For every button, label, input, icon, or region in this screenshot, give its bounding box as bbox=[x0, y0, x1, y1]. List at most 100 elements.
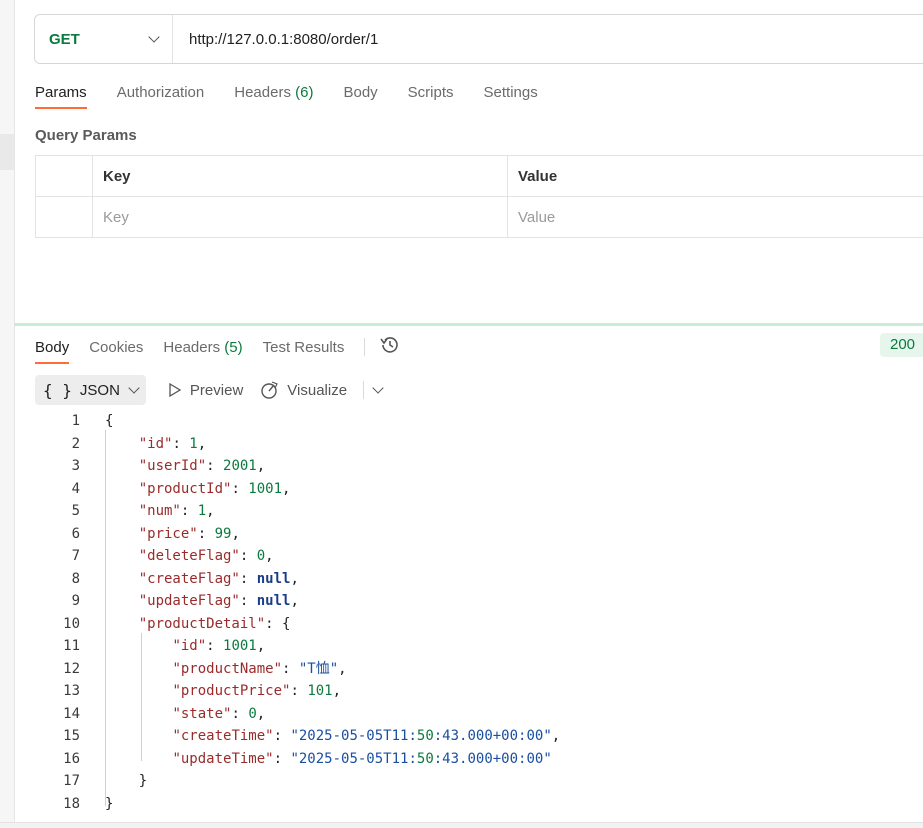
code-line: 18} bbox=[0, 793, 923, 816]
key-column-header: Key bbox=[92, 155, 508, 197]
line-number: 13 bbox=[63, 683, 80, 699]
tab-params[interactable]: Params bbox=[35, 84, 87, 109]
code-text: } bbox=[105, 795, 114, 812]
query-params-table: Key Value Key Value bbox=[35, 155, 923, 238]
tab-label: Scripts bbox=[407, 84, 454, 101]
code-text: "productId": 1001, bbox=[138, 480, 291, 497]
code-line: 13 "productPrice": 101, bbox=[0, 680, 923, 703]
visualize-label: Visualize bbox=[287, 381, 348, 399]
checkbox-column-header bbox=[35, 155, 93, 197]
request-tabs: Params Authorization Headers (6) Body Sc… bbox=[35, 84, 568, 109]
code-text: } bbox=[105, 773, 148, 789]
divider bbox=[363, 381, 365, 399]
table-row: Key Value bbox=[35, 196, 923, 238]
code-line: 7 "deleteFlag": 0, bbox=[0, 545, 923, 568]
code-text: "deleteFlag": 0, bbox=[138, 548, 274, 564]
url-bar: GET http://127.0.0.1:8080/order/1 bbox=[34, 14, 923, 64]
code-text: "updateFlag": null, bbox=[138, 593, 299, 609]
line-number: 6 bbox=[71, 525, 80, 542]
tab-response-headers[interactable]: Headers (5) bbox=[163, 339, 242, 364]
sidebar-marker bbox=[0, 134, 14, 170]
preview-label: Preview bbox=[189, 381, 244, 399]
chevron-down-icon[interactable] bbox=[372, 382, 384, 394]
format-select[interactable]: { } JSON bbox=[35, 375, 146, 405]
code-line: 11 "id": 1001, bbox=[0, 635, 923, 658]
line-number: 14 bbox=[63, 705, 80, 722]
tab-test-results[interactable]: Test Results bbox=[263, 339, 345, 364]
line-number: 8 bbox=[71, 570, 80, 587]
line-number: 10 bbox=[63, 615, 80, 632]
line-number: 16 bbox=[63, 750, 80, 767]
chevron-down-icon bbox=[128, 382, 140, 394]
tab-scripts[interactable]: Scripts bbox=[408, 84, 454, 109]
format-label: JSON bbox=[79, 381, 120, 399]
line-number: 3 bbox=[71, 458, 80, 474]
visualize-icon bbox=[261, 381, 279, 399]
history-icon[interactable] bbox=[379, 335, 401, 359]
code-line: 4 "productId": 1001, bbox=[0, 478, 923, 501]
response-tabs: Body Cookies Headers (5) Test Results bbox=[35, 335, 401, 367]
table-header-row: Key Value bbox=[35, 155, 923, 197]
code-line: 15 "createTime": "2025-05-05T11:50:43.00… bbox=[0, 725, 923, 748]
code-text: "updateTime": "2025-05-05T11:50:43.000+0… bbox=[172, 750, 552, 767]
method-select[interactable]: GET bbox=[35, 15, 173, 63]
code-line: 12 "productName": "T恤", bbox=[0, 658, 923, 681]
tab-count: (5) bbox=[224, 338, 243, 356]
line-number: 12 bbox=[63, 660, 80, 677]
chevron-down-icon bbox=[148, 31, 160, 43]
line-number: 18 bbox=[63, 795, 80, 812]
code-text: "price": 99, bbox=[138, 525, 240, 542]
code-line: 2 "id": 1, bbox=[0, 433, 923, 456]
code-line: 16 "updateTime": "2025-05-05T11:50:43.00… bbox=[0, 748, 923, 771]
line-number: 1 bbox=[71, 413, 80, 429]
tab-label: Headers bbox=[234, 84, 291, 101]
code-text: "productName": "T恤", bbox=[172, 660, 347, 677]
code-line: 17 } bbox=[0, 770, 923, 793]
line-number: 7 bbox=[71, 548, 80, 564]
code-line: 5 "num": 1, bbox=[0, 500, 923, 523]
tab-body[interactable]: Body bbox=[343, 84, 377, 109]
tab-settings[interactable]: Settings bbox=[484, 84, 538, 109]
code-text: "num": 1, bbox=[138, 503, 215, 519]
divider bbox=[364, 338, 366, 356]
tab-label: Body bbox=[343, 84, 378, 101]
code-line: 8 "createFlag": null, bbox=[0, 568, 923, 591]
tab-label: Body bbox=[35, 338, 70, 356]
preview-button[interactable]: Preview bbox=[168, 382, 243, 399]
line-number: 11 bbox=[63, 638, 80, 654]
code-text: "state": 0, bbox=[172, 705, 266, 722]
tab-label: Test Results bbox=[262, 338, 345, 356]
tab-label: Cookies bbox=[89, 338, 144, 356]
braces-icon: { } bbox=[43, 380, 72, 400]
visualize-button[interactable]: Visualize bbox=[259, 380, 347, 400]
status-bar bbox=[0, 822, 923, 828]
line-number: 2 bbox=[71, 435, 80, 452]
code-text: "productDetail": { bbox=[138, 615, 291, 632]
tab-count: (6) bbox=[295, 84, 314, 101]
response-code-viewer[interactable]: 1{2 "id": 1, 3 "userId": 2001, 4 "productI… bbox=[0, 410, 923, 820]
response-toolbar: { } JSON Preview Visualize bbox=[35, 375, 384, 405]
response-divider[interactable] bbox=[14, 323, 923, 326]
key-input[interactable]: Key bbox=[92, 196, 508, 238]
code-line: 9 "updateFlag": null, bbox=[0, 590, 923, 613]
line-number: 4 bbox=[71, 480, 80, 497]
code-text: "createTime": "2025-05-05T11:50:43.000+0… bbox=[172, 728, 561, 744]
method-label: GET bbox=[49, 30, 80, 48]
code-line: 10 "productDetail": { bbox=[0, 613, 923, 636]
play-icon bbox=[169, 383, 182, 397]
url-input[interactable]: http://127.0.0.1:8080/order/1 bbox=[173, 31, 378, 48]
tab-headers[interactable]: Headers (6) bbox=[234, 84, 313, 109]
line-number: 5 bbox=[71, 503, 80, 519]
value-input[interactable]: Value bbox=[507, 196, 923, 238]
code-text: "id": 1001, bbox=[172, 638, 266, 654]
tab-response-body[interactable]: Body bbox=[35, 338, 70, 364]
tab-cookies[interactable]: Cookies bbox=[89, 339, 143, 364]
value-column-header: Value bbox=[507, 155, 923, 197]
code-text: "id": 1, bbox=[138, 435, 207, 452]
code-text: "createFlag": null, bbox=[138, 570, 299, 587]
code-text: { bbox=[105, 413, 114, 429]
tab-authorization[interactable]: Authorization bbox=[117, 84, 205, 109]
code-line: 3 "userId": 2001, bbox=[0, 455, 923, 478]
line-number: 15 bbox=[63, 728, 80, 744]
tab-label: Params bbox=[35, 84, 87, 101]
